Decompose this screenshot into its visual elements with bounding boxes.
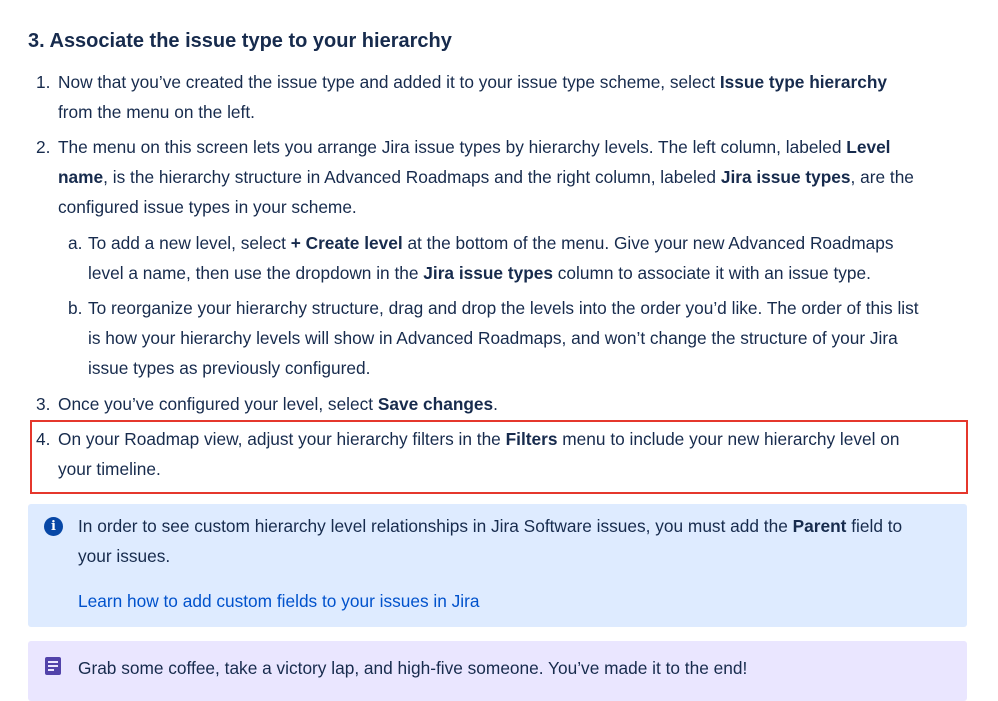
- step-line: your timeline.: [58, 459, 161, 479]
- step-line: issue types as previously configured.: [88, 358, 371, 378]
- ui-term: Jira issue types: [720, 167, 851, 187]
- step-number: 2.: [36, 137, 51, 157]
- step-line: To add a new level, select + Create leve…: [88, 233, 894, 253]
- step-line: Once you’ve configured your level, selec…: [58, 394, 498, 414]
- custom-fields-link[interactable]: Learn how to add custom fields to your i…: [78, 586, 480, 616]
- substep-letter: b.: [68, 298, 83, 318]
- step-line: Now that you’ve created the issue type a…: [58, 72, 888, 92]
- ui-term: name: [58, 167, 104, 187]
- step-line: The menu on this screen lets you arrange…: [58, 137, 891, 157]
- step-number: 3.: [36, 394, 51, 414]
- info-line: In order to see custom hierarchy level r…: [78, 516, 903, 536]
- step-number: 4.: [36, 429, 51, 449]
- ui-term: Jira issue types: [423, 263, 553, 283]
- info-panel-text: In order to see custom hierarchy level r…: [78, 511, 958, 571]
- ui-term: Level: [846, 137, 891, 157]
- step-line: level a name, then use the dropdown in t…: [88, 263, 871, 283]
- ui-term: Issue type hierarchy: [719, 72, 888, 92]
- note-panel-text: Grab some coffee, take a victory lap, an…: [78, 658, 748, 678]
- info-line: your issues.: [78, 546, 171, 566]
- substep-letter: a.: [68, 233, 83, 253]
- step-line: from the menu on the left.: [58, 102, 255, 122]
- info-icon: i: [44, 517, 63, 536]
- ui-term: + Create level: [290, 233, 403, 253]
- ui-term: Filters: [505, 429, 558, 449]
- ui-term: Save changes: [377, 394, 494, 414]
- step-line: is how your hierarchy levels will show i…: [88, 328, 898, 348]
- step-line: name, is the hierarchy structure in Adva…: [58, 167, 914, 187]
- ui-term: Parent: [792, 516, 847, 536]
- step-number: 1.: [36, 72, 51, 92]
- step-line: On your Roadmap view, adjust your hierar…: [58, 429, 900, 449]
- step-line: configured issue types in your scheme.: [58, 197, 357, 217]
- step-line: To reorganize your hierarchy structure, …: [88, 298, 919, 318]
- note-icon: [45, 657, 61, 675]
- section-heading: 3. Associate the issue type to your hier…: [28, 30, 452, 52]
